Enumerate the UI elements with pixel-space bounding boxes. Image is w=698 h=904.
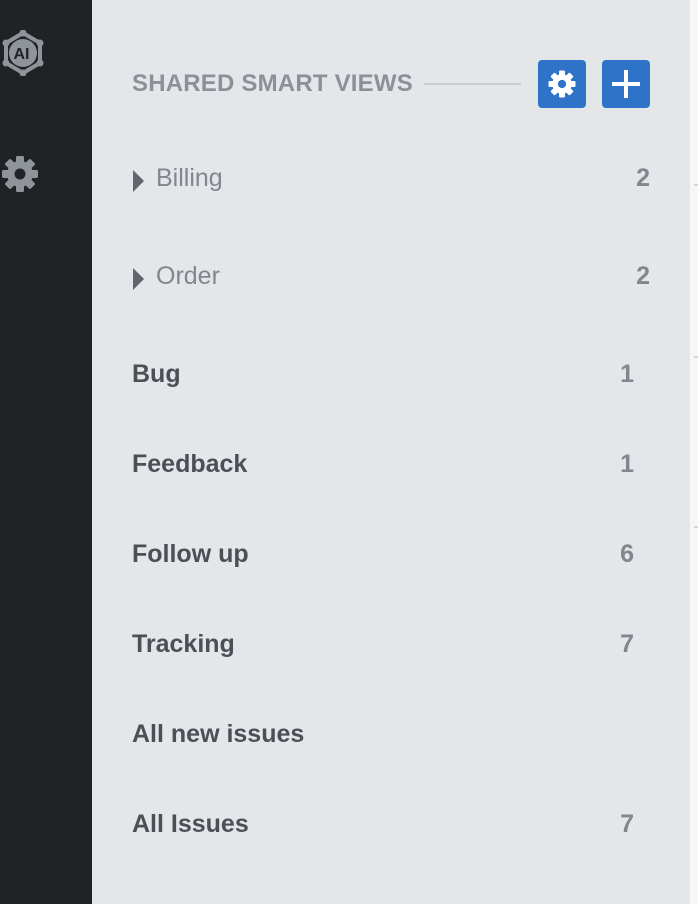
caret-right-icon[interactable]	[133, 170, 144, 192]
plus-icon	[612, 70, 640, 98]
group-label: Billing	[156, 164, 223, 192]
smart-views-settings-button[interactable]	[538, 60, 586, 108]
caret-right-icon[interactable]	[133, 268, 144, 290]
view-label: Follow up	[132, 540, 249, 568]
view-count: 1	[620, 360, 634, 388]
icon-rail: AI	[0, 0, 92, 904]
view-label: Feedback	[132, 450, 248, 478]
ai-logo-icon[interactable]: AI	[0, 30, 46, 76]
view-count: 6	[620, 540, 634, 568]
view-item-follow-up[interactable]: Follow up 6	[132, 534, 650, 574]
section-header: SHARED SMART VIEWS	[132, 60, 650, 108]
view-label: Bug	[132, 360, 181, 388]
view-item-feedback[interactable]: Feedback 1	[132, 444, 650, 484]
divider	[694, 356, 698, 358]
view-item-all-new-issues[interactable]: All new issues	[132, 714, 650, 754]
group-billing[interactable]: Billing 2	[132, 158, 650, 198]
view-item-bug[interactable]: Bug 1	[132, 354, 650, 394]
gear-icon[interactable]	[0, 154, 40, 194]
gear-icon	[548, 70, 576, 98]
group-count: 2	[636, 262, 650, 290]
group-count: 2	[636, 164, 650, 192]
app-window: AI SHARED SMART VIEWS Billing 2 Order 2 …	[0, 0, 698, 904]
divider	[694, 526, 698, 528]
view-item-all-issues[interactable]: All Issues 7	[132, 804, 650, 844]
view-count: 1	[620, 450, 634, 478]
view-label: Tracking	[132, 630, 235, 658]
view-label: All new issues	[132, 720, 305, 748]
view-count: 7	[620, 630, 634, 658]
section-title: SHARED SMART VIEWS	[132, 70, 413, 97]
section-divider	[424, 83, 521, 85]
group-order[interactable]: Order 2	[132, 256, 650, 296]
view-item-tracking[interactable]: Tracking 7	[132, 624, 650, 664]
divider	[694, 184, 698, 186]
group-label: Order	[156, 262, 220, 290]
view-label: All Issues	[132, 810, 249, 838]
svg-text:AI: AI	[14, 46, 30, 63]
panel-edge	[690, 0, 698, 904]
add-smart-view-button[interactable]	[602, 60, 650, 108]
view-count: 7	[620, 810, 634, 838]
